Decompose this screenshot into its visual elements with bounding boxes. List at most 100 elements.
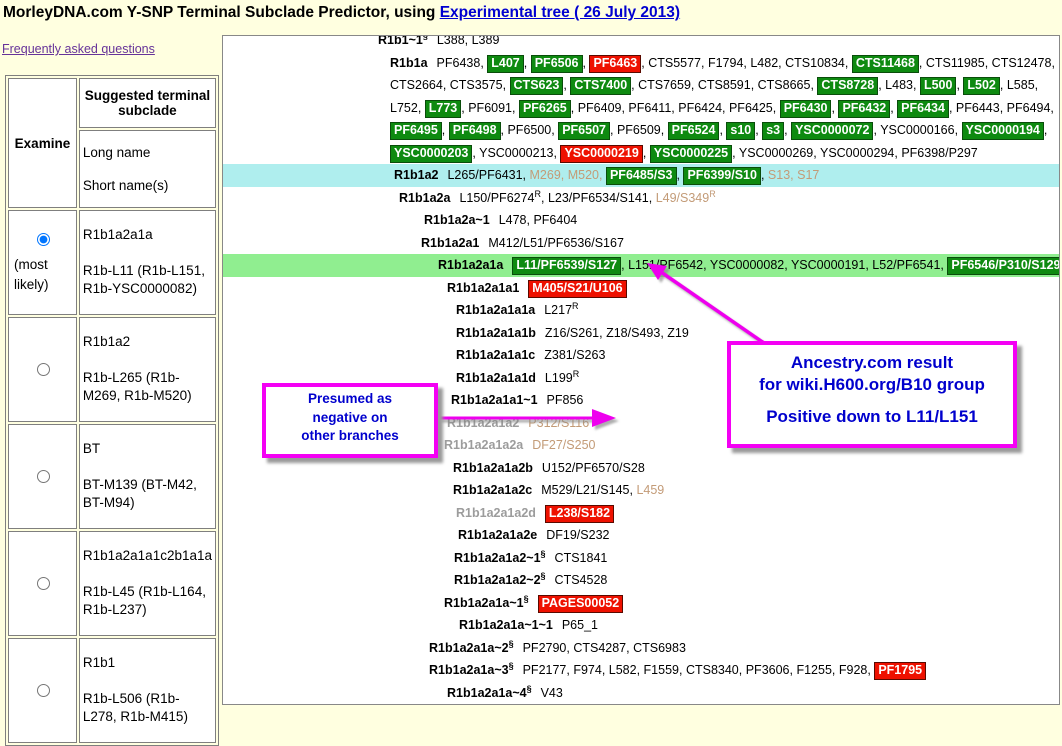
- snp-marker: L582: [609, 663, 637, 677]
- snp-marker: PF6425: [729, 101, 773, 115]
- tree-row: R1b1a2a1a~2§PF2790, CTS4287, CTS6983: [223, 637, 1059, 660]
- snp-marker: S17: [797, 168, 819, 182]
- examine-radio[interactable]: [37, 577, 50, 590]
- snp-marker: CTS5577: [648, 56, 701, 70]
- snp-marker: YSC0000166: [880, 123, 954, 137]
- snp-marker: PF6265: [519, 100, 571, 118]
- snp-marker: PF6399/S10: [683, 167, 761, 185]
- examine-radio[interactable]: [37, 363, 50, 376]
- tree-row: R1b1a2a1a2dL238/S182: [223, 502, 1059, 525]
- snp-marker: PF6430: [780, 100, 832, 118]
- examine-radio[interactable]: [37, 684, 50, 697]
- snp-marker: Z381/S263: [544, 348, 605, 362]
- snp-marker: PF6485/S3: [606, 167, 677, 185]
- clade-label: R1b1a2a1a~3§: [429, 663, 514, 677]
- snp-marker: F1255: [796, 663, 831, 677]
- snp-marker: CTS8591: [698, 78, 751, 92]
- clade-label: R1b1~1§: [378, 35, 428, 47]
- snp-marker: CTS11468: [852, 55, 919, 73]
- snp-marker: YSC0000219: [560, 145, 642, 163]
- long-name: BT: [83, 441, 212, 456]
- snp-marker: CTS10834: [785, 56, 845, 70]
- examine-column-header: Examine: [8, 78, 77, 208]
- tree-row: R1b1a2a1a2cM529/L21/S145, L459: [223, 479, 1059, 502]
- snp-marker: L388: [437, 35, 465, 47]
- title-text: MorleyDNA.com Y-SNP Terminal Subclade Pr…: [3, 4, 440, 21]
- clade-label: R1b1a2a1a1: [447, 281, 519, 295]
- snp-marker: L478: [499, 213, 527, 227]
- snp-marker: YSC0000072: [791, 122, 873, 140]
- snp-marker: PF6443: [956, 101, 1000, 115]
- tree-row: R1b1a2a1a2~1§CTS1841: [223, 547, 1059, 570]
- callout-line: Positive down to L11/L151: [731, 406, 1013, 428]
- clade-label: R1b1a2a1a2~2§: [454, 573, 546, 587]
- presumed-negative-callout: Presumed as negative on other branches: [262, 383, 438, 458]
- table-row: R1b1 R1b-L506 (R1b-L278, R1b-M415): [8, 638, 216, 743]
- clade-label: R1b1a2a1a: [438, 258, 503, 272]
- snp-marker: PF6524: [668, 122, 720, 140]
- ancestry-result-callout: Ancestry.com result for wiki.H600.org/B1…: [727, 341, 1017, 448]
- snp-marker: PF6434: [897, 100, 949, 118]
- faq-link[interactable]: Frequently asked questions: [2, 42, 155, 56]
- clade-label: R1b1a2: [394, 168, 438, 182]
- snp-marker: CTS11985: [926, 56, 985, 70]
- long-name: R1b1a2a1a1c2b1a1a: [83, 548, 212, 563]
- snp-marker: PF6500: [507, 123, 551, 137]
- suggested-subclade-header: Suggested terminal subclade: [79, 78, 216, 128]
- experimental-tree-link[interactable]: Experimental tree ( 26 July 2013): [440, 4, 680, 21]
- examine-radio[interactable]: [37, 470, 50, 483]
- snp-marker: CTS8340: [686, 663, 739, 677]
- snp-marker: L773: [425, 100, 462, 118]
- snp-marker: PF6506: [531, 55, 583, 73]
- snp-marker: YSC0000269: [739, 146, 813, 160]
- snp-marker: L389: [472, 35, 500, 47]
- snp-marker: CTS4528: [555, 573, 608, 587]
- clade-label: R1b1a2a1a2b: [453, 461, 533, 475]
- subclade-cell: R1b1a2R1b-L265 (R1b-M269, R1b-M520): [79, 317, 216, 422]
- long-name: R1b1: [83, 655, 212, 670]
- snp-marker: F974: [573, 663, 602, 677]
- snp-marker: PF3606: [746, 663, 790, 677]
- snp-marker: PF6546/P310/S129: [947, 257, 1060, 275]
- page-title: MorleyDNA.com Y-SNP Terminal Subclade Pr…: [3, 4, 680, 22]
- callout-line: for wiki.H600.org/B10 group: [731, 374, 1013, 396]
- snp-marker: PF6409: [578, 101, 622, 115]
- snp-marker: CTS3575: [450, 78, 503, 92]
- snp-marker: L217R: [544, 303, 578, 317]
- table-row: R1b1a2a1a1c2b1a1aR1b-L45 (R1b-L164, R1b-…: [8, 531, 216, 636]
- clade-label: R1b1a: [390, 56, 428, 70]
- left-callout-arrow: [438, 405, 618, 431]
- snp-marker: PF6509: [617, 123, 661, 137]
- snp-marker: YSC0000191: [791, 258, 865, 272]
- snp-marker: L752: [390, 101, 418, 115]
- subclade-cell: BTBT-M139 (BT-M42, BT-M94): [79, 424, 216, 529]
- tree-row: R1b1a2a1a1aL217R: [223, 299, 1059, 322]
- examine-cell: [8, 638, 77, 743]
- callout-line: other branches: [266, 427, 434, 446]
- snp-marker: L483: [885, 78, 913, 92]
- tree-row: R1b1a2a1a2eDF19/S232: [223, 524, 1059, 547]
- snp-marker: L585: [1007, 78, 1035, 92]
- snp-marker: V43: [541, 686, 563, 700]
- clade-label: R1b1a2a: [399, 191, 450, 205]
- snp-marker: YSC0000194: [962, 122, 1044, 140]
- short-names: R1b-L506 (R1b-L278, R1b-M415): [83, 690, 212, 725]
- clade-label: R1b1a2a1a2a: [444, 438, 523, 452]
- examine-table: Examine Suggested terminal subclade Long…: [5, 75, 219, 746]
- tree-row: R1b1a2a1a2~2§ CTS4528: [223, 569, 1059, 592]
- snp-marker: L49/S349R: [656, 191, 716, 205]
- tree-row: R1b1a2a1M412/L51/PF6536/S167: [223, 232, 1059, 255]
- snp-marker: M405/S21/U106: [528, 280, 626, 298]
- snp-marker: s3: [762, 122, 784, 140]
- examine-cell: [8, 317, 77, 422]
- tree-row: R1b1aPF6438, L407, PF6506, PF6463, CTS55…: [223, 52, 1059, 165]
- snp-marker: CTS623: [510, 77, 564, 95]
- snp-marker: P65_1: [562, 618, 598, 632]
- long-name: R1b1a2a1a: [83, 227, 212, 242]
- subclade-cell: R1b1a2a1a1c2b1a1aR1b-L45 (R1b-L164, R1b-…: [79, 531, 216, 636]
- clade-label: R1b1a2a1a2c: [453, 483, 532, 497]
- callout-line: negative on: [266, 409, 434, 428]
- examine-radio[interactable]: [37, 233, 50, 246]
- clade-label: R1b1a2a1a~1~1: [459, 618, 553, 632]
- snp-marker: PF6498: [449, 122, 501, 140]
